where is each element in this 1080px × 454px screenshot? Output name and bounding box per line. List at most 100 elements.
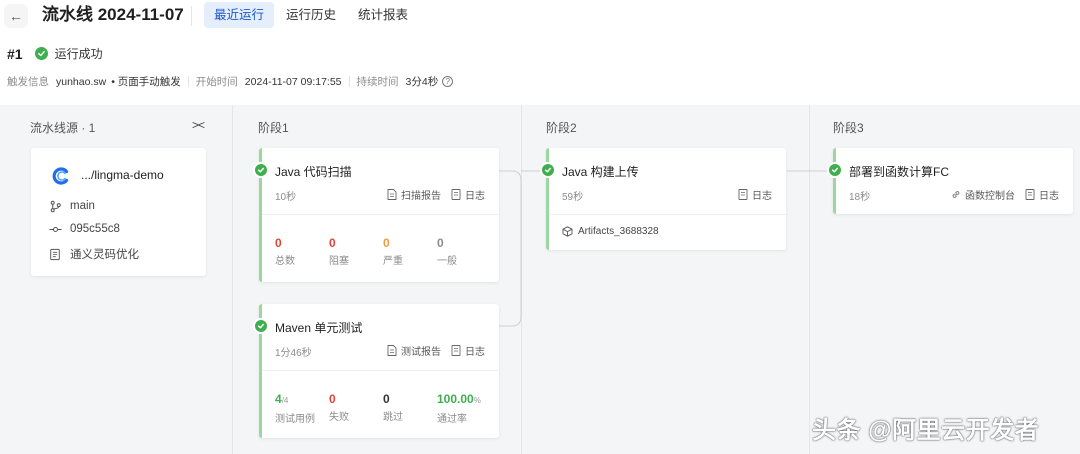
title-divider xyxy=(191,6,192,26)
stat-value: 100.00% xyxy=(437,392,497,408)
tab-recent-runs[interactable]: 最近运行 xyxy=(204,2,275,28)
start-label: 开始时间 xyxy=(195,76,238,88)
stat-skipped: 0 跳过 xyxy=(383,392,437,425)
meta-divider xyxy=(187,76,189,87)
repo-name[interactable]: .../lingma-demo xyxy=(81,168,164,182)
stat-number: 100.00 xyxy=(437,392,474,406)
page-title: 流水线 2024-11-07 xyxy=(42,5,184,24)
job-links: 函数控制台 日志 xyxy=(941,187,1059,202)
duration-label: 持续时间 xyxy=(356,76,399,88)
commit-icon xyxy=(48,222,62,236)
stat-label: 测试用例 xyxy=(275,414,315,425)
stat-label: 跳过 xyxy=(383,412,403,423)
branch-icon xyxy=(48,199,62,213)
log-label: 日志 xyxy=(752,191,772,202)
job-divider xyxy=(549,214,786,215)
job-card-deploy[interactable]: 部署到函数计算FC 18秒 函数控制台 日志 xyxy=(827,148,1073,214)
stat-failed: 0 失败 xyxy=(329,392,383,425)
stat-suffix: /4 xyxy=(281,396,289,405)
file-icon xyxy=(387,345,397,356)
job-card-code-scan[interactable]: Java 代码扫描 10秒 扫描报告 日志 0 总数 0 阻塞 0 严重 0 一… xyxy=(253,148,499,282)
check-circle-icon xyxy=(253,318,269,334)
trigger-user: yunhao.sw xyxy=(56,75,107,88)
check-circle-icon xyxy=(253,162,269,178)
log-link[interactable]: 日志 xyxy=(451,187,485,202)
stat-test-cases: 4/4 测试用例 xyxy=(275,392,329,425)
stat-blocker: 0 阻塞 xyxy=(329,236,383,267)
pipeline-canvas: 流水线源 · 1 >< 阶段1 阶段2 阶段3 .../lingma-demo … xyxy=(0,105,1080,454)
artifact-name: Artifacts_3688328 xyxy=(578,226,659,237)
stat-label: 一般 xyxy=(437,256,457,267)
top-bar: ← 流水线 2024-11-07 最近运行 运行历史 统计报表 xyxy=(0,0,1080,32)
job-title: Java 构建上传 xyxy=(562,165,639,179)
stat-normal: 0 一般 xyxy=(437,236,491,267)
test-report-label: 测试报告 xyxy=(401,347,441,358)
trigger-label: 触发信息 xyxy=(7,76,49,88)
log-label: 日志 xyxy=(465,347,485,358)
stat-value: 0 xyxy=(329,392,336,406)
job-title: 部署到函数计算FC xyxy=(849,165,949,179)
stat-total: 0 总数 xyxy=(275,236,329,267)
job-card-unit-test[interactable]: Maven 单元测试 1分46秒 测试报告 日志 4/4 测试用例 0 失败 0… xyxy=(253,304,499,438)
function-console-label: 函数控制台 xyxy=(965,191,1015,202)
job-links: 日志 xyxy=(728,187,772,202)
job-duration: 1分46秒 xyxy=(275,348,312,359)
job-links: 测试报告 日志 xyxy=(377,343,485,358)
arrow-left-icon: ← xyxy=(9,8,23,24)
stat-critical: 0 严重 xyxy=(383,236,437,267)
artifact-link[interactable]: Artifacts_3688328 xyxy=(562,226,659,237)
commit-message: 通义灵码优化 xyxy=(70,249,139,261)
tab-statistics[interactable]: 统计报表 xyxy=(348,2,418,28)
package-icon xyxy=(562,226,573,237)
scan-report-label: 扫描报告 xyxy=(401,191,441,202)
start-time: 2024-11-07 09:17:55 xyxy=(244,75,342,88)
meta-divider xyxy=(348,76,350,87)
stat-number: 4 xyxy=(275,392,282,406)
log-icon xyxy=(451,345,461,356)
run-summary: #1 运行成功 xyxy=(7,45,103,62)
job-duration: 10秒 xyxy=(275,192,297,203)
job-duration: 59秒 xyxy=(562,192,584,203)
file-icon xyxy=(387,189,397,200)
tab-bar: 最近运行 运行历史 统计报表 xyxy=(204,2,420,28)
commit-id[interactable]: 095c55c8 xyxy=(70,223,120,235)
check-circle-icon xyxy=(540,162,556,178)
log-link[interactable]: 日志 xyxy=(451,343,485,358)
run-meta: 触发信息 yunhao.sw • 页面手动触发 开始时间 2024-11-07 … xyxy=(7,74,454,89)
log-icon xyxy=(738,189,748,200)
log-icon xyxy=(451,189,461,200)
function-console-link[interactable]: 函数控制台 xyxy=(951,187,1015,202)
log-link[interactable]: 日志 xyxy=(738,187,772,202)
stat-label: 失败 xyxy=(329,412,349,423)
test-report-link[interactable]: 测试报告 xyxy=(387,343,441,358)
job-title: Maven 单元测试 xyxy=(275,321,363,335)
stat-value: 0 xyxy=(383,392,390,406)
stat-pass-rate: 100.00% 通过率 xyxy=(437,392,497,425)
back-button[interactable]: ← xyxy=(4,4,28,28)
stat-value: 0 xyxy=(437,236,444,250)
stat-suffix: % xyxy=(473,396,481,405)
tab-run-history[interactable]: 运行历史 xyxy=(276,2,346,28)
job-links: 扫描报告 日志 xyxy=(377,187,485,202)
help-icon[interactable]: ? xyxy=(442,76,454,87)
duration-value: 3分4秒 xyxy=(405,76,439,88)
log-link[interactable]: 日志 xyxy=(1025,187,1059,202)
log-label: 日志 xyxy=(465,191,485,202)
stat-label: 总数 xyxy=(275,256,295,267)
source-commit-row: 095c55c8 xyxy=(48,222,120,236)
scan-report-link[interactable]: 扫描报告 xyxy=(387,187,441,202)
stat-label: 严重 xyxy=(383,256,403,267)
job-divider xyxy=(262,214,499,215)
stat-label: 通过率 xyxy=(437,414,467,425)
job-card-build[interactable]: Java 构建上传 59秒 日志 Artifacts_3688328 xyxy=(540,148,786,250)
stat-value: 0 xyxy=(275,236,282,250)
source-card[interactable]: .../lingma-demo main 095c55c8 通义灵码优化 xyxy=(31,148,206,276)
source-message-row: 通义灵码优化 xyxy=(48,246,139,262)
stat-value: 0 xyxy=(383,236,390,250)
run-status: 运行成功 xyxy=(54,47,103,61)
stat-label: 阻塞 xyxy=(329,256,349,267)
log-icon xyxy=(1025,189,1035,200)
job-duration: 18秒 xyxy=(849,192,871,203)
stat-value: 4/4 xyxy=(275,392,329,408)
source-branch-row: main xyxy=(48,199,95,213)
